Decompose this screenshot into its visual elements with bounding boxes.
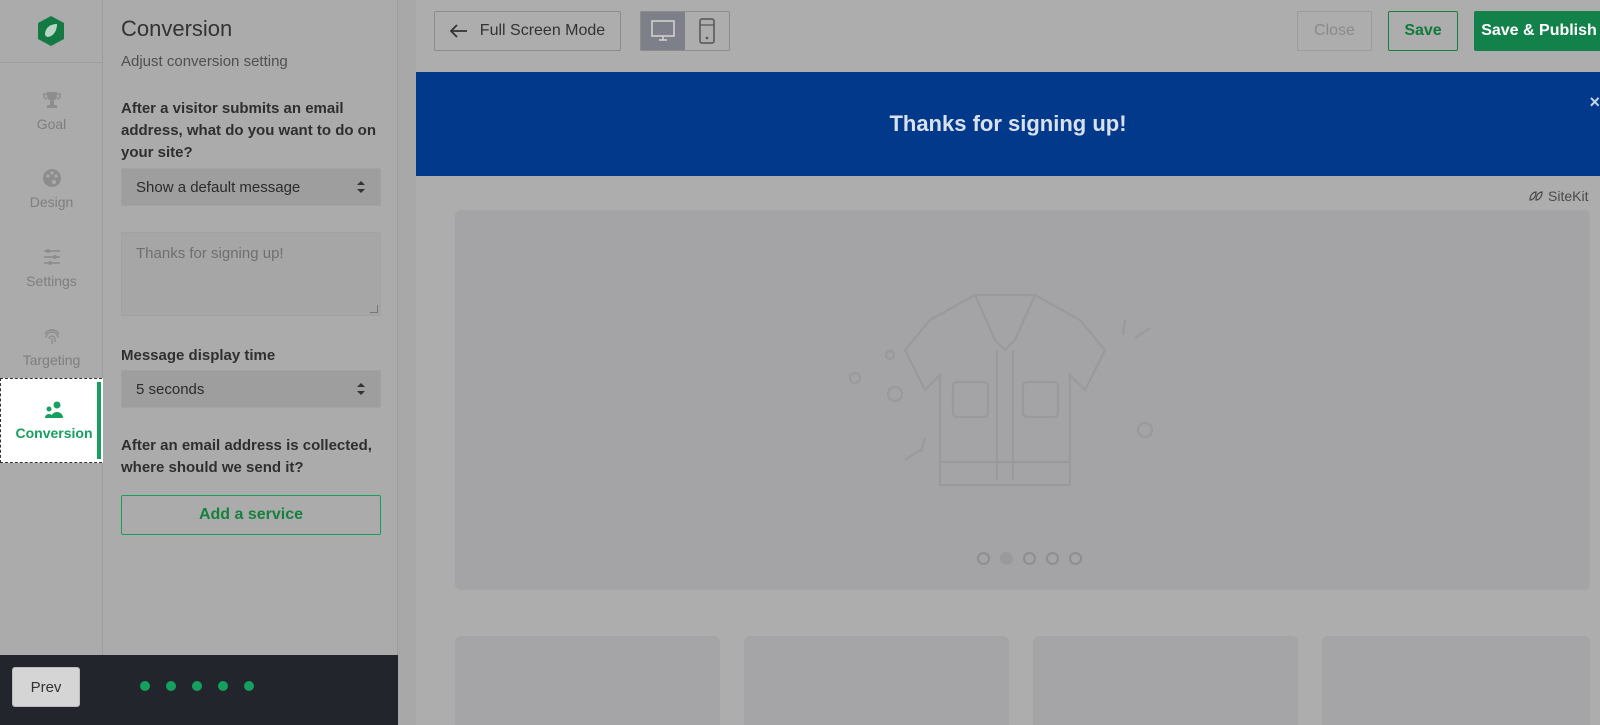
palette-icon [42, 169, 61, 187]
leaf-logo-icon [38, 16, 64, 46]
sort-arrows-icon [357, 383, 365, 395]
rail-item-conversion[interactable]: Conversion [0, 378, 107, 463]
fullscreen-label: Full Screen Mode [479, 22, 606, 39]
resize-handle-icon[interactable] [370, 305, 378, 313]
rail-item-label: Targeting [22, 352, 81, 368]
brand-badge: SiteKit [1528, 188, 1588, 204]
product-card [744, 636, 1009, 725]
carousel-dot[interactable] [1023, 552, 1036, 565]
fullscreen-button[interactable]: Full Screen Mode [434, 11, 621, 51]
rail-item-goal[interactable]: Goal [0, 72, 103, 150]
panel-title: Conversion [121, 16, 233, 41]
app-logo[interactable] [0, 0, 102, 63]
step-dot[interactable] [166, 681, 176, 691]
display-time-select[interactable]: 5 seconds [121, 370, 381, 408]
rail-item-label: Conversion [15, 424, 93, 441]
message-textarea[interactable]: Thanks for signing up! [121, 232, 381, 316]
conversion-panel: Conversion Adjust conversion setting Aft… [103, 0, 398, 655]
carousel-dots [977, 552, 1082, 565]
rail-item-label: Settings [26, 273, 77, 289]
message-placeholder: Thanks for signing up! [136, 245, 284, 262]
rail-item-design[interactable]: Design [0, 150, 103, 228]
panel-subtitle: Adjust conversion setting [121, 53, 288, 70]
hero-slide [455, 210, 1590, 590]
carousel-dot[interactable] [977, 552, 990, 565]
left-rail: Goal Design Settings Targeting Conversio… [0, 0, 107, 655]
conversion-banner: Thanks for signing up! × [416, 72, 1600, 176]
brand-name: SiteKit [1548, 188, 1589, 204]
users-icon [45, 401, 63, 418]
banner-message: Thanks for signing up! [889, 111, 1127, 136]
rail-item-settings[interactable]: Settings [0, 229, 103, 307]
action-select-value: Show a default message [136, 178, 301, 196]
display-time-label: Message display time [121, 347, 276, 364]
jacket-illustration [848, 293, 1154, 487]
step-dot[interactable] [192, 681, 202, 691]
wizard-footer: Prev [0, 655, 398, 725]
product-card [1322, 636, 1590, 725]
rail-item-targeting[interactable]: Targeting [0, 308, 103, 386]
desktop-icon [651, 20, 675, 41]
arrow-left-icon [449, 24, 467, 38]
desktop-view-button[interactable] [641, 12, 685, 50]
mobile-view-button[interactable] [685, 12, 729, 50]
after-submit-question: After a visitor submits an email address… [121, 100, 377, 161]
carousel-dot[interactable] [1046, 552, 1059, 565]
step-dots [140, 681, 254, 691]
email-destination-question: After an email address is collected, whe… [121, 437, 372, 476]
close-button[interactable]: Close [1297, 11, 1372, 51]
display-time-value: 5 seconds [136, 380, 205, 398]
save-button[interactable]: Save [1388, 11, 1458, 51]
add-service-button[interactable]: Add a service [121, 495, 381, 535]
step-dot[interactable] [218, 681, 228, 691]
fingerprint-icon [43, 329, 60, 344]
carousel-dot-active[interactable] [1000, 552, 1013, 565]
sort-arrows-icon [357, 181, 365, 193]
step-dot[interactable] [244, 681, 254, 691]
action-select[interactable]: Show a default message [121, 168, 381, 206]
mobile-icon [699, 18, 715, 44]
rail-item-label: Design [29, 194, 74, 210]
leaf-brand-icon [1529, 191, 1543, 201]
banner-close-icon[interactable]: × [1589, 92, 1600, 113]
product-card [1033, 636, 1298, 725]
product-card [455, 636, 720, 725]
prev-button[interactable]: Prev [12, 667, 80, 707]
rail-item-label: Goal [36, 116, 67, 132]
step-dot[interactable] [140, 681, 150, 691]
sliders-icon [43, 249, 60, 265]
trophy-icon [42, 92, 61, 108]
save-publish-button[interactable]: Save & Publish [1474, 11, 1600, 51]
carousel-dot[interactable] [1069, 552, 1082, 565]
device-toggle [640, 11, 730, 51]
preview-gutter [398, 0, 416, 725]
